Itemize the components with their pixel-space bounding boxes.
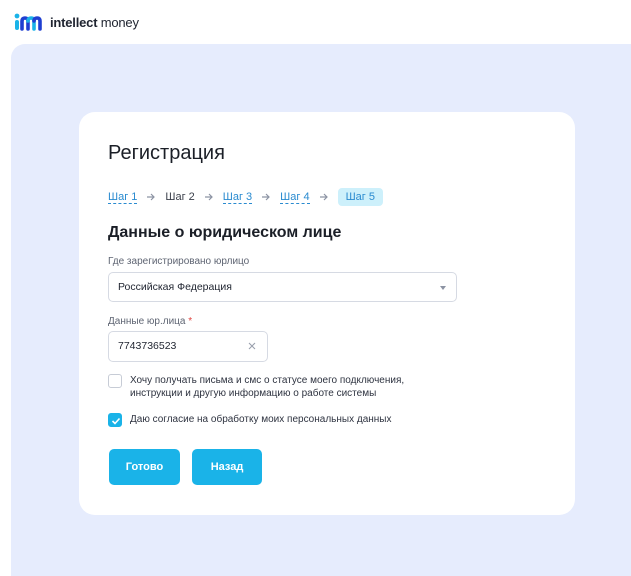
entity-input[interactable]: 7743736523 (108, 331, 268, 362)
clear-icon[interactable] (247, 341, 257, 351)
step-2-label: Шаг 2 (165, 191, 195, 203)
section-title: Данные о юридическом лице (108, 224, 342, 241)
arrow-right-icon (146, 192, 156, 202)
page-title: Регистрация (108, 142, 225, 164)
entity-label: Данные юр.лица * (108, 316, 193, 327)
arrow-right-icon (204, 192, 214, 202)
step-4-link[interactable]: Шаг 4 (280, 191, 310, 204)
step-3-link[interactable]: Шаг 3 (222, 191, 253, 204)
arrow-right-icon (261, 192, 271, 202)
personal-data-consent-text: Даю согласие на обработку моих персональ… (130, 414, 392, 425)
brand-name: intellect money (50, 14, 139, 30)
done-button[interactable]: Готово (109, 449, 180, 485)
personal-data-checkbox[interactable] (108, 413, 122, 427)
checkmark-icon (111, 417, 121, 425)
country-select-value: Российская Федерация (118, 281, 232, 293)
step-breadcrumb: Шаг 1 Шаг 2 Шаг 3 Шаг 4 Шаг 5 (108, 187, 383, 207)
country-label: Где зарегистрировано юрлицо (108, 256, 250, 267)
back-button[interactable]: Назад (192, 449, 262, 485)
personal-data-consent-row[interactable]: Даю согласие на обработку моих персональ… (108, 413, 430, 427)
step-5-current: Шаг 5 (337, 188, 383, 206)
newsletter-checkbox[interactable] (108, 374, 122, 388)
im-logo-icon (14, 13, 42, 31)
top-bar: intellect money (0, 0, 631, 44)
country-select[interactable]: Российская Федерация (108, 272, 457, 302)
required-mark: * (188, 316, 193, 327)
step-1-link[interactable]: Шаг 1 (108, 191, 138, 204)
newsletter-consent-row[interactable]: Хочу получать письма и смс о статусе мое… (108, 374, 430, 400)
caret-down-icon (440, 286, 446, 290)
brand-logo[interactable]: intellect money (14, 12, 139, 32)
newsletter-consent-text: Хочу получать письма и смс о статусе мое… (130, 375, 405, 399)
entity-input-value: 7743736523 (118, 340, 177, 352)
registration-card: Регистрация Шаг 1 Шаг 2 Шаг 3 Шаг 4 Шаг … (79, 112, 575, 515)
arrow-right-icon (319, 192, 329, 202)
